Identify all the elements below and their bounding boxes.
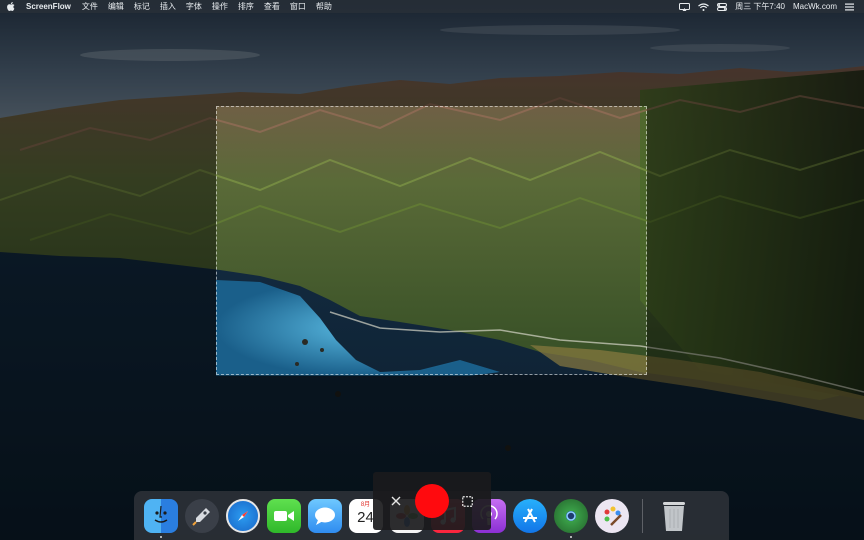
menu-help[interactable]: 帮助 <box>311 0 337 13</box>
finder-icon[interactable] <box>143 498 178 538</box>
dock-separator <box>642 498 643 533</box>
app-store-icon[interactable] <box>512 498 547 533</box>
messages-icon[interactable] <box>307 498 342 533</box>
menu-file[interactable]: 文件 <box>77 0 103 13</box>
recording-toolbar <box>373 472 491 530</box>
selection-region-icon[interactable] <box>461 495 473 507</box>
close-icon[interactable] <box>389 494 403 508</box>
launchpad-icon[interactable] <box>184 498 219 533</box>
screenflow-icon[interactable] <box>553 498 588 538</box>
menu-insert[interactable]: 插入 <box>155 0 181 13</box>
menu-edit[interactable]: 编辑 <box>103 0 129 13</box>
menu-app-name[interactable]: ScreenFlow <box>22 0 77 13</box>
apple-menu-icon[interactable] <box>0 2 22 11</box>
menubar-site-label: MacWk.com <box>793 2 837 11</box>
desktop: ScreenFlow 文件 编辑 标记 插入 字体 操作 排序 查看 窗口 帮助… <box>0 0 864 540</box>
facetime-icon[interactable] <box>266 498 301 533</box>
menu-font[interactable]: 字体 <box>181 0 207 13</box>
safari-icon[interactable] <box>225 498 260 533</box>
screen-mirroring-icon[interactable] <box>675 2 694 11</box>
record-button[interactable] <box>415 484 449 518</box>
menu-bar: ScreenFlow 文件 编辑 标记 插入 字体 操作 排序 查看 窗口 帮助… <box>0 0 864 13</box>
control-center-icon[interactable] <box>713 2 731 11</box>
menubar-clock[interactable]: 周三 下午7:40 <box>731 0 789 13</box>
menu-actions[interactable]: 操作 <box>207 0 233 13</box>
menu-mark[interactable]: 标记 <box>129 0 155 13</box>
wifi-icon[interactable] <box>694 2 713 11</box>
menu-view[interactable]: 查看 <box>259 0 285 13</box>
menu-window[interactable]: 窗口 <box>285 0 311 13</box>
notification-center-icon[interactable] <box>841 3 858 11</box>
trash-icon[interactable] <box>657 499 691 533</box>
capture-selection-region[interactable] <box>216 106 647 375</box>
menu-arrange[interactable]: 排序 <box>233 0 259 13</box>
paintbrush-icon[interactable] <box>594 498 629 533</box>
calendar-month: 8月 <box>360 501 371 508</box>
calendar-day: 24 <box>357 508 374 526</box>
